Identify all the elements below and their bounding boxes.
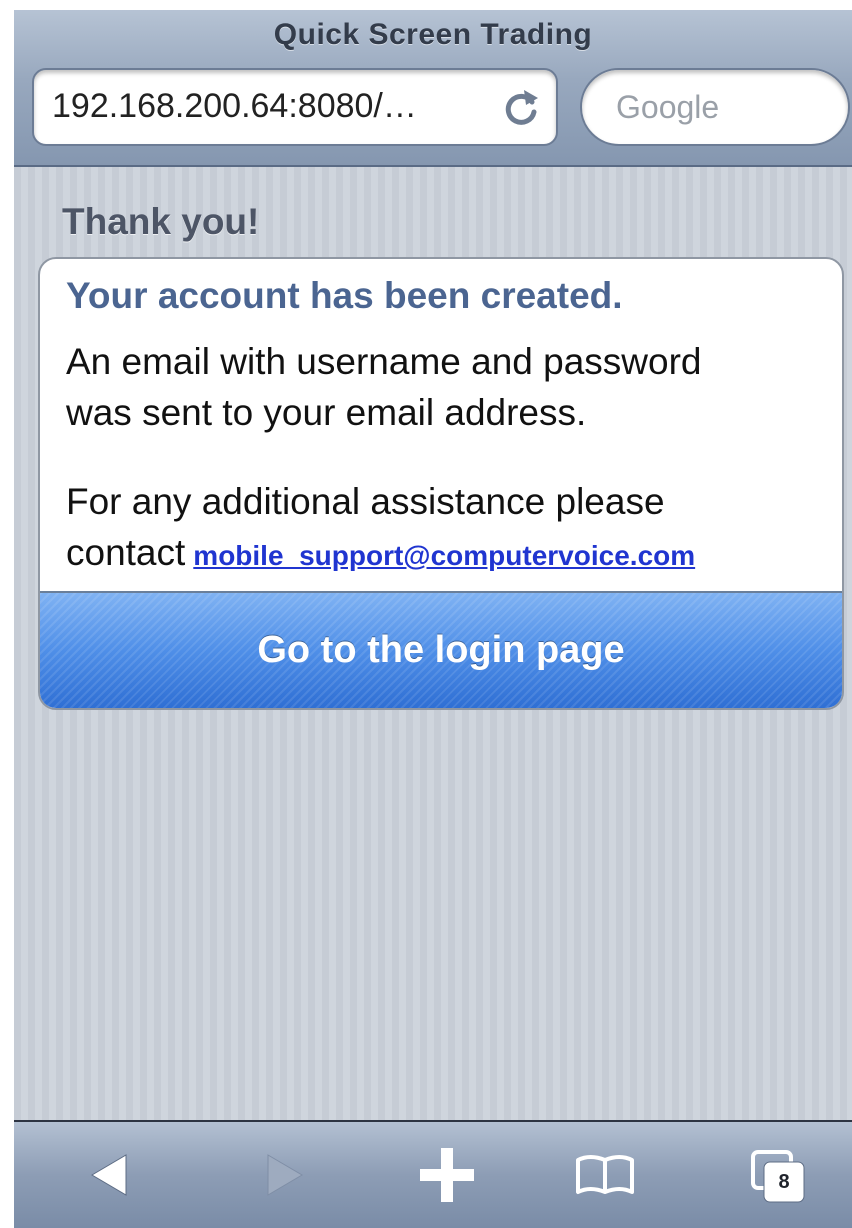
thank-you-heading: Thank you! [62, 201, 260, 242]
login-page-button[interactable]: Go to the login page [40, 591, 842, 708]
address-text[interactable]: 192.168.200.64:8080/… [52, 87, 417, 126]
bottom-toolbar: 8 [14, 1120, 852, 1228]
tabs-button[interactable]: 8 [744, 1140, 814, 1210]
card-title: Your account has been created. [66, 275, 623, 316]
confirmation-card: Your account has been created. An email … [38, 257, 844, 710]
message-line: contact mobile_support@computervoice.com [66, 532, 695, 574]
add-bookmark-button[interactable] [412, 1140, 482, 1210]
page-title: Quick Screen Trading [273, 18, 593, 51]
add-icon [420, 1148, 474, 1202]
address-bar[interactable]: 192.168.200.64:8080/… [32, 68, 558, 146]
bookmarks-button[interactable] [570, 1140, 640, 1210]
forward-button[interactable] [250, 1140, 320, 1210]
forward-icon [267, 1154, 303, 1196]
contact-label: contact [66, 532, 186, 573]
search-placeholder: Google [616, 89, 720, 125]
support-email-link[interactable]: mobile_support@computervoice.com [193, 540, 695, 571]
reload-icon[interactable] [502, 86, 542, 130]
message-line: was sent to your email address. [66, 392, 587, 433]
back-button[interactable] [82, 1140, 152, 1210]
login-button-label: Go to the login page [257, 629, 625, 671]
message-line: An email with username and password [66, 341, 702, 382]
bookmarks-icon [576, 1155, 634, 1194]
browser-window: Quick Screen Trading 192.168.200.64:8080… [14, 10, 852, 1228]
message-line: For any additional assistance please [66, 481, 665, 522]
search-input[interactable]: Google [580, 68, 850, 146]
top-bar: Quick Screen Trading 192.168.200.64:8080… [14, 10, 852, 167]
back-icon [91, 1154, 127, 1196]
tabs-count: 8 [778, 1171, 790, 1193]
page-content: Thank you! Your account has been created… [14, 167, 852, 1120]
